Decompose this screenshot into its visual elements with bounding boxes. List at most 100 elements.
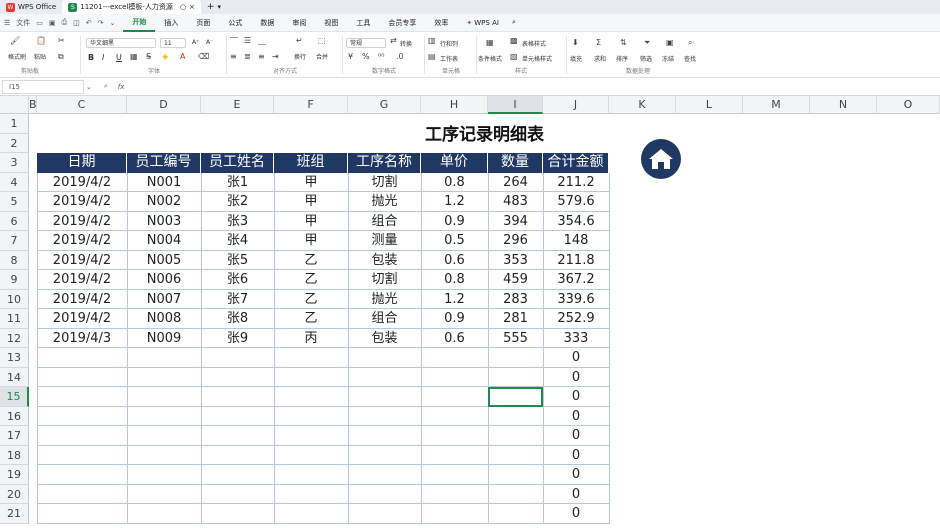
table-cell[interactable] (348, 504, 421, 524)
menu-8[interactable]: 会员专享 (379, 14, 425, 32)
format-painter-icon[interactable]: 🖌 (10, 36, 20, 45)
table-cell[interactable] (421, 348, 488, 368)
table-header-cell[interactable]: 员工姓名 (201, 153, 274, 173)
search-icon[interactable]: ⌕ (512, 18, 516, 27)
select-all-corner[interactable] (0, 96, 29, 114)
fill-icon[interactable]: ⬇ (572, 38, 579, 47)
table-cell[interactable]: 211.8 (543, 251, 609, 271)
add-tab-button[interactable]: + (207, 2, 215, 12)
row-header-5[interactable]: 5 (0, 192, 29, 212)
table-cell[interactable] (201, 504, 274, 524)
find-button[interactable]: 查找 (684, 54, 696, 63)
table-cell[interactable]: 0 (543, 387, 609, 407)
table-cell[interactable] (488, 504, 543, 524)
table-cell[interactable]: 张9 (201, 329, 274, 349)
more-icon[interactable]: ⌄ (110, 19, 116, 27)
column-header-E[interactable]: E (201, 96, 274, 114)
table-style-button[interactable]: 表格样式 (522, 39, 546, 48)
worksheet-button[interactable]: 工作表 (440, 54, 458, 63)
table-cell[interactable] (37, 465, 127, 485)
table-cell[interactable] (348, 426, 421, 446)
table-cell[interactable]: 555 (488, 329, 543, 349)
convert-button[interactable]: 转换 (400, 39, 412, 48)
format-painter-button[interactable]: 格式刷 (8, 52, 26, 61)
table-cell[interactable]: 乙 (274, 309, 348, 329)
table-cell[interactable] (201, 446, 274, 466)
strikethrough-icon[interactable]: S̶ (146, 52, 151, 61)
table-cell[interactable] (127, 407, 201, 427)
worksheet-icon[interactable]: ▤ (428, 52, 436, 61)
column-header-B[interactable]: B (29, 96, 37, 114)
table-cell[interactable]: 张6 (201, 270, 274, 290)
table-cell[interactable]: 2019/4/2 (37, 309, 127, 329)
table-cell[interactable]: 0.8 (421, 270, 488, 290)
row-header-12[interactable]: 12 (0, 328, 29, 348)
table-cell[interactable] (274, 368, 348, 388)
table-cell[interactable]: 包装 (348, 329, 421, 349)
italic-button[interactable]: I (102, 53, 104, 62)
selected-cell[interactable] (488, 387, 543, 407)
table-cell[interactable] (201, 465, 274, 485)
column-header-H[interactable]: H (421, 96, 488, 114)
row-header-9[interactable]: 9 (0, 270, 29, 290)
menu-1[interactable]: 插入 (155, 14, 187, 32)
sum-icon[interactable]: Σ (596, 38, 601, 47)
table-cell[interactable] (421, 368, 488, 388)
table-cell[interactable] (488, 407, 543, 427)
currency-icon[interactable]: ¥ (348, 52, 353, 61)
table-cell[interactable] (127, 504, 201, 524)
table-cell[interactable]: 甲 (274, 173, 348, 193)
table-cell[interactable] (274, 407, 348, 427)
row-header-3[interactable]: 3 (0, 153, 29, 173)
table-cell[interactable]: 459 (488, 270, 543, 290)
font-color-icon[interactable]: A (180, 52, 185, 61)
table-cell[interactable] (201, 485, 274, 505)
paste-button[interactable]: 粘贴 (34, 52, 46, 61)
font-grow-button[interactable]: A⁺ (192, 39, 199, 46)
row-col-icon[interactable]: ▥ (428, 36, 436, 45)
table-cell[interactable]: 353 (488, 251, 543, 271)
table-cell[interactable]: 0.5 (421, 231, 488, 251)
open-icon[interactable]: ▣ (49, 19, 56, 27)
table-cell[interactable]: 组合 (348, 309, 421, 329)
table-cell[interactable] (37, 368, 127, 388)
table-header-cell[interactable]: 员工编号 (127, 153, 201, 173)
table-cell[interactable]: 张7 (201, 290, 274, 310)
table-cell[interactable]: 0 (543, 485, 609, 505)
doc-tab[interactable]: S 11201---excel模板-人力资源 ○ × (62, 0, 201, 14)
row-header-13[interactable]: 13 (0, 348, 29, 368)
align-left-icon[interactable]: ≡ (230, 52, 237, 61)
table-cell[interactable]: 张1 (201, 173, 274, 193)
bold-button[interactable]: B (88, 53, 94, 62)
find-icon[interactable]: ⌕ (688, 38, 692, 48)
table-cell[interactable]: 甲 (274, 192, 348, 212)
table-cell[interactable] (127, 368, 201, 388)
column-header-L[interactable]: L (676, 96, 743, 114)
underline-button[interactable]: U (116, 53, 122, 62)
copy-icon[interactable]: ⧉ (58, 52, 64, 62)
freeze-icon[interactable]: ▣ (666, 38, 674, 47)
scissors-icon[interactable]: ✂ (58, 36, 65, 45)
formula-input[interactable] (132, 80, 940, 94)
table-cell[interactable] (37, 387, 127, 407)
menu-2[interactable]: 页面 (187, 14, 219, 32)
table-cell[interactable]: 测量 (348, 231, 421, 251)
table-cell[interactable] (488, 465, 543, 485)
table-header-cell[interactable]: 数量 (488, 153, 543, 173)
table-cell[interactable] (274, 426, 348, 446)
table-header-cell[interactable]: 单价 (421, 153, 488, 173)
table-cell[interactable]: 333 (543, 329, 609, 349)
table-cell[interactable]: 0 (543, 426, 609, 446)
table-cell[interactable] (274, 465, 348, 485)
row-header-16[interactable]: 16 (0, 406, 29, 426)
name-box[interactable]: I15 (2, 79, 84, 94)
table-cell[interactable]: N005 (127, 251, 201, 271)
clear-format-icon[interactable]: ⌫ (198, 52, 209, 61)
row-header-11[interactable]: 11 (0, 309, 29, 329)
table-cell[interactable] (274, 348, 348, 368)
table-cell[interactable]: 乙 (274, 290, 348, 310)
table-cell[interactable]: 组合 (348, 212, 421, 232)
menu-4[interactable]: 数据 (251, 14, 283, 32)
merge-button[interactable]: 合并 (316, 52, 328, 61)
column-header-O[interactable]: O (877, 96, 940, 114)
